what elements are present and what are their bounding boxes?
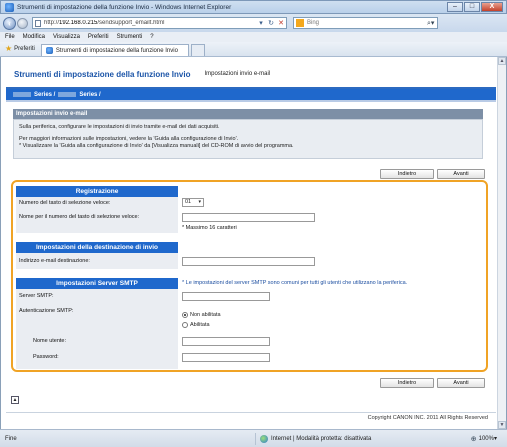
zoom-control[interactable]: ⊕ 100% ▾ — [471, 435, 497, 443]
smtp-header: Impostazioni Server SMTP — [16, 278, 178, 289]
window-controls: – □ X — [446, 2, 503, 12]
security-zone[interactable]: Internet | Modalità protetta: disattivat… — [255, 432, 371, 445]
minimize-button[interactable]: – — [447, 2, 463, 12]
username-label: Nome utente: — [33, 338, 67, 344]
address-field[interactable]: http://192.168.0.215/sendsupport_emailt.… — [32, 17, 287, 29]
speed-dial-label: Numero del tasto di selezione veloce: — [19, 200, 111, 206]
page-viewport: ▲ ▼ Strumenti di impostazione della funz… — [0, 57, 507, 429]
registration-header: Registrazione — [16, 186, 178, 197]
password-input[interactable] — [182, 353, 270, 362]
divider — [6, 100, 496, 102]
smtp-note: * Le impostazioni del server SMTP sono c… — [182, 280, 408, 286]
footer-divider — [6, 412, 496, 413]
auth-option-enabled[interactable]: Abilitata — [182, 322, 210, 328]
username-input[interactable] — [182, 337, 270, 346]
refresh-icon[interactable]: ↻ — [266, 19, 276, 27]
chevron-down-icon: ▾ — [198, 199, 201, 205]
settings-form: Registrazione Numero del tasto di selezi… — [11, 180, 488, 372]
smtp-server-label: Server SMTP: — [19, 293, 54, 299]
menu-modifica[interactable]: Modifica — [23, 34, 45, 40]
info-text: Sulla periferica, configurare le imposta… — [19, 124, 220, 130]
scroll-up-icon[interactable]: ▲ — [498, 57, 506, 65]
email-label: Indirizzo e-mail destinazione: — [19, 258, 90, 264]
zoom-icon: ⊕ — [470, 435, 477, 443]
masked-model-name — [58, 92, 77, 97]
back-nav-button[interactable]: ‹ — [3, 16, 16, 30]
menu-bar: File Modifica Visualizza Preferiti Strum… — [0, 32, 507, 42]
email-field[interactable] — [182, 257, 315, 266]
close-button[interactable]: X — [481, 2, 503, 12]
destination-header: Impostazioni della destinazione di invio — [16, 242, 178, 253]
ie-icon — [5, 2, 14, 12]
speed-dial-select[interactable]: 01 ▾ — [182, 198, 204, 207]
search-icon[interactable]: ⌕▾ — [427, 19, 437, 28]
speed-dial-name-input[interactable] — [182, 213, 315, 222]
auth-option-disabled[interactable]: Non abilitata — [182, 312, 221, 318]
page-content: Strumenti di impostazione della funzione… — [6, 61, 496, 159]
next-button-bottom[interactable]: Avanti — [437, 378, 485, 388]
info-text: * Visualizzare la 'Guida alla configuraz… — [19, 143, 294, 149]
back-to-top-icon[interactable]: ▲ — [11, 396, 19, 404]
status-text: Fine — [5, 435, 17, 442]
ie-icon — [45, 47, 53, 54]
info-box: Sulla periferica, configurare le imposta… — [13, 119, 483, 159]
new-tab-button[interactable] — [190, 44, 205, 56]
smtp-server-input[interactable] — [182, 292, 270, 301]
window-title-bar: Strumenti di impostazione della funzione… — [0, 0, 507, 14]
maximize-button[interactable]: □ — [464, 2, 480, 12]
app-header: Strumenti di impostazione della funzione… — [6, 61, 496, 89]
menu-strumenti[interactable]: Strumenti — [117, 34, 143, 40]
url-text[interactable]: http://192.168.0.215/sendsupport_emailt.… — [44, 20, 256, 26]
menu-help[interactable]: ? — [150, 34, 153, 40]
radio-icon[interactable] — [182, 312, 188, 318]
menu-visualizza[interactable]: Visualizza — [53, 34, 80, 40]
series-breadcrumb: Series / Series / — [6, 89, 496, 100]
bing-icon — [296, 19, 304, 27]
info-text: Per maggiori informazioni sulle impostaz… — [19, 136, 239, 142]
chevron-down-icon: ▾ — [493, 436, 497, 442]
status-bar: Fine Internet | Modalità protetta: disat… — [0, 429, 507, 447]
page-icon — [35, 19, 41, 27]
copyright: Copyright CANON INC. 2011 All Rights Res… — [367, 415, 488, 421]
favorites-button[interactable]: ★ Preferiti — [5, 44, 35, 53]
favorites-bar: ★ Preferiti Strumenti di impostazione de… — [0, 42, 507, 57]
max-chars-note: * Massimo 16 caratteri — [182, 225, 237, 231]
masked-model-name — [13, 92, 31, 97]
stop-icon[interactable]: ✕ — [276, 19, 286, 27]
search-input[interactable]: Bing ⌕▾ — [293, 17, 438, 29]
address-toolbar: ‹ http://192.168.0.215/sendsupport_email… — [0, 14, 507, 32]
vertical-scrollbar[interactable]: ▲ ▼ — [497, 57, 506, 429]
back-button-bottom[interactable]: Indietro — [380, 378, 434, 388]
page-title: Strumenti di impostazione della funzione… — [14, 69, 191, 79]
dropdown-icon[interactable]: ▾ — [256, 19, 266, 27]
password-label: Password: — [33, 354, 59, 360]
scroll-down-icon[interactable]: ▼ — [498, 421, 506, 429]
forward-nav-button[interactable] — [17, 17, 28, 29]
next-button[interactable]: Avanti — [437, 169, 485, 179]
smtp-auth-label: Autenticazione SMTP: — [19, 308, 74, 314]
menu-preferiti[interactable]: Preferiti — [88, 34, 109, 40]
back-button[interactable]: Indietro — [380, 169, 434, 179]
menu-file[interactable]: File — [5, 34, 15, 40]
section-title: Impostazioni invio e-mail — [13, 109, 483, 119]
page-subtitle: Impostazioni invio e-mail — [204, 71, 271, 77]
speed-dial-name-label: Nome per il numero del tasto di selezion… — [19, 214, 140, 220]
window-title: Strumenti di impostazione della funzione… — [17, 3, 232, 11]
tab-active[interactable]: Strumenti di impostazione della funzione… — [40, 44, 189, 56]
star-icon: ★ — [5, 44, 13, 53]
globe-icon — [260, 434, 268, 443]
radio-icon[interactable] — [182, 322, 188, 328]
